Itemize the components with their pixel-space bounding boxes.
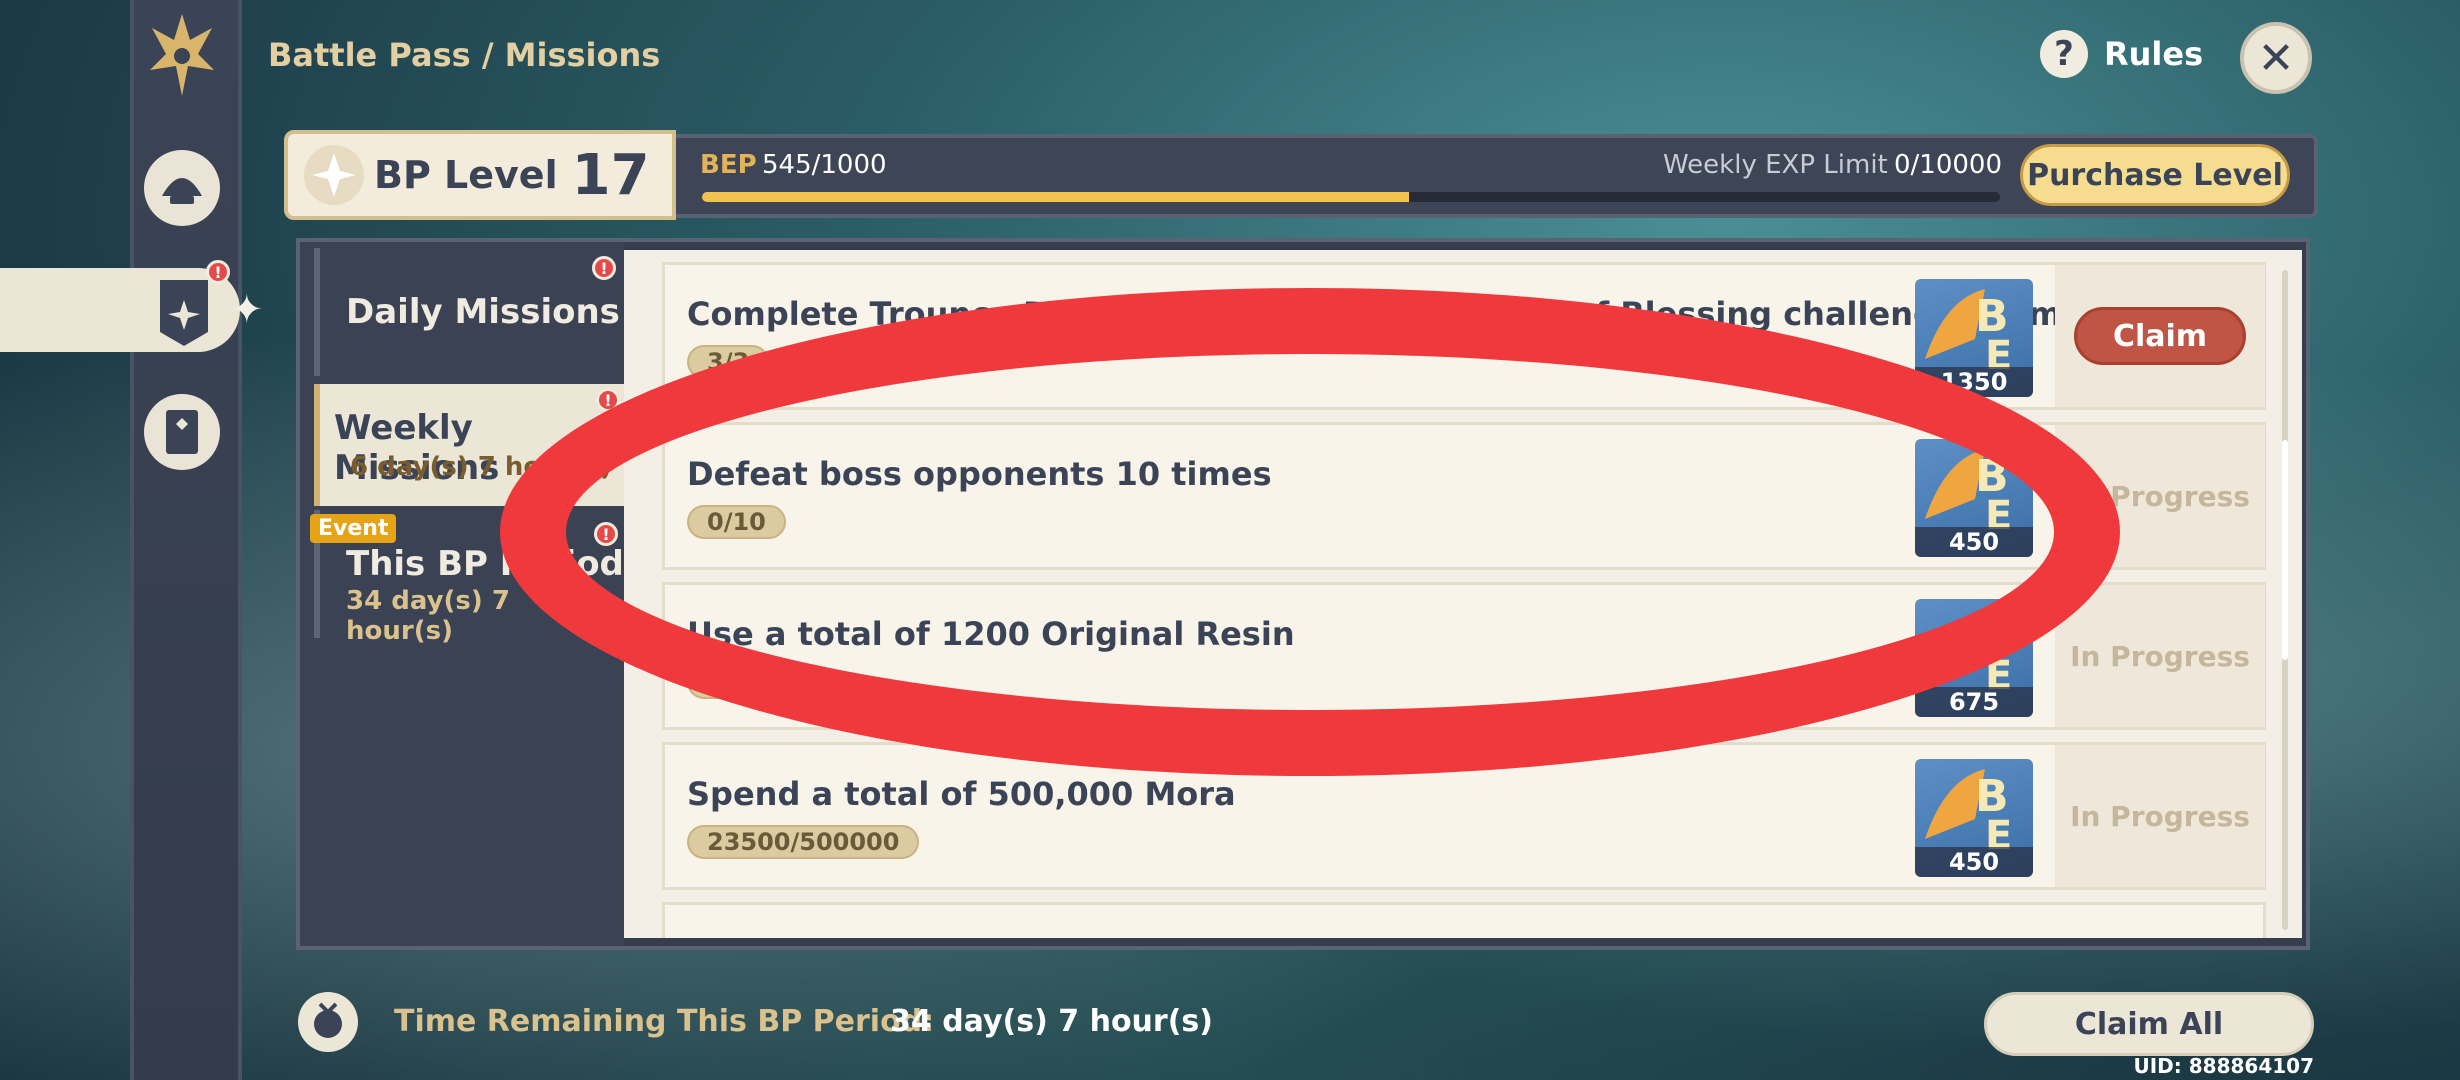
mission-status: In Progress <box>2055 745 2265 887</box>
shell-icon <box>162 178 202 204</box>
document-icon <box>166 410 198 454</box>
uid-label: UID: 888864107 <box>2133 1054 2315 1078</box>
bep-progress-fill <box>702 192 1410 202</box>
status-in-progress: In Progress <box>2070 639 2250 673</box>
event-badge: Event <box>310 514 397 543</box>
timer-label: Time Remaining This BP Period: <box>394 1004 935 1039</box>
timer-icon <box>298 992 358 1052</box>
close-button[interactable]: ✕ <box>2240 22 2312 94</box>
close-icon: ✕ <box>2257 32 2295 84</box>
mission-progress: 23500/500000 <box>687 825 920 859</box>
claim-all-button[interactable]: Claim All <box>1984 992 2314 1056</box>
purchase-level-button[interactable]: Purchase Level <box>2020 144 2290 206</box>
status-in-progress: In Progress <box>2070 799 2250 833</box>
bep-progress-track <box>702 192 2000 202</box>
claim-button[interactable]: Claim <box>2074 307 2246 365</box>
mission-scroll-thumb[interactable] <box>2282 440 2288 660</box>
bp-level-value: 17 <box>571 142 650 208</box>
question-icon: ? <box>2040 30 2088 78</box>
tab-alert-badge: ! <box>592 256 616 280</box>
battle-pass-emblem-icon <box>150 14 214 96</box>
mission-title: Spend a total of 500,000 Mora <box>687 775 1236 813</box>
rail-btn-letter[interactable] <box>144 394 220 470</box>
mission-banner-icon[interactable] <box>152 276 216 348</box>
bp-level-label: BP Level <box>374 153 558 197</box>
red-highlight-ring <box>500 288 2120 776</box>
mission-row-partial <box>662 902 2266 938</box>
rail-alert-badge: ! <box>206 260 230 284</box>
mission-status: In Progress <box>2055 585 2265 727</box>
rules-button[interactable]: ? Rules <box>2040 30 2203 78</box>
bep-label: BEP <box>700 150 757 180</box>
reward-amount: 450 <box>1915 847 2033 877</box>
weekly-exp-value: 0/10000 <box>1894 150 2003 180</box>
rail-btn-shell[interactable] <box>144 150 220 226</box>
mission-status: Claim <box>2055 265 2265 407</box>
tab-daily-missions[interactable]: Daily Missions <box>314 248 624 376</box>
sparkle-icon: ✦ <box>230 287 264 333</box>
tab-title: Daily Missions <box>346 292 620 332</box>
timer-value: 34 day(s) 7 hour(s) <box>890 1004 1213 1039</box>
reward-bep: B E 450 <box>1915 759 2033 877</box>
bp-level-card: BP Level 17 <box>284 130 676 220</box>
reward-amount: 675 <box>1915 687 2033 717</box>
bep-value: 545/1000 <box>762 150 887 180</box>
breadcrumb: Battle Pass / Missions <box>268 36 661 74</box>
bp-emblem-icon <box>304 145 364 205</box>
weekly-exp-label: Weekly EXP Limit <box>1663 150 1888 180</box>
rules-label: Rules <box>2104 35 2204 73</box>
hourglass-icon <box>314 1002 342 1038</box>
